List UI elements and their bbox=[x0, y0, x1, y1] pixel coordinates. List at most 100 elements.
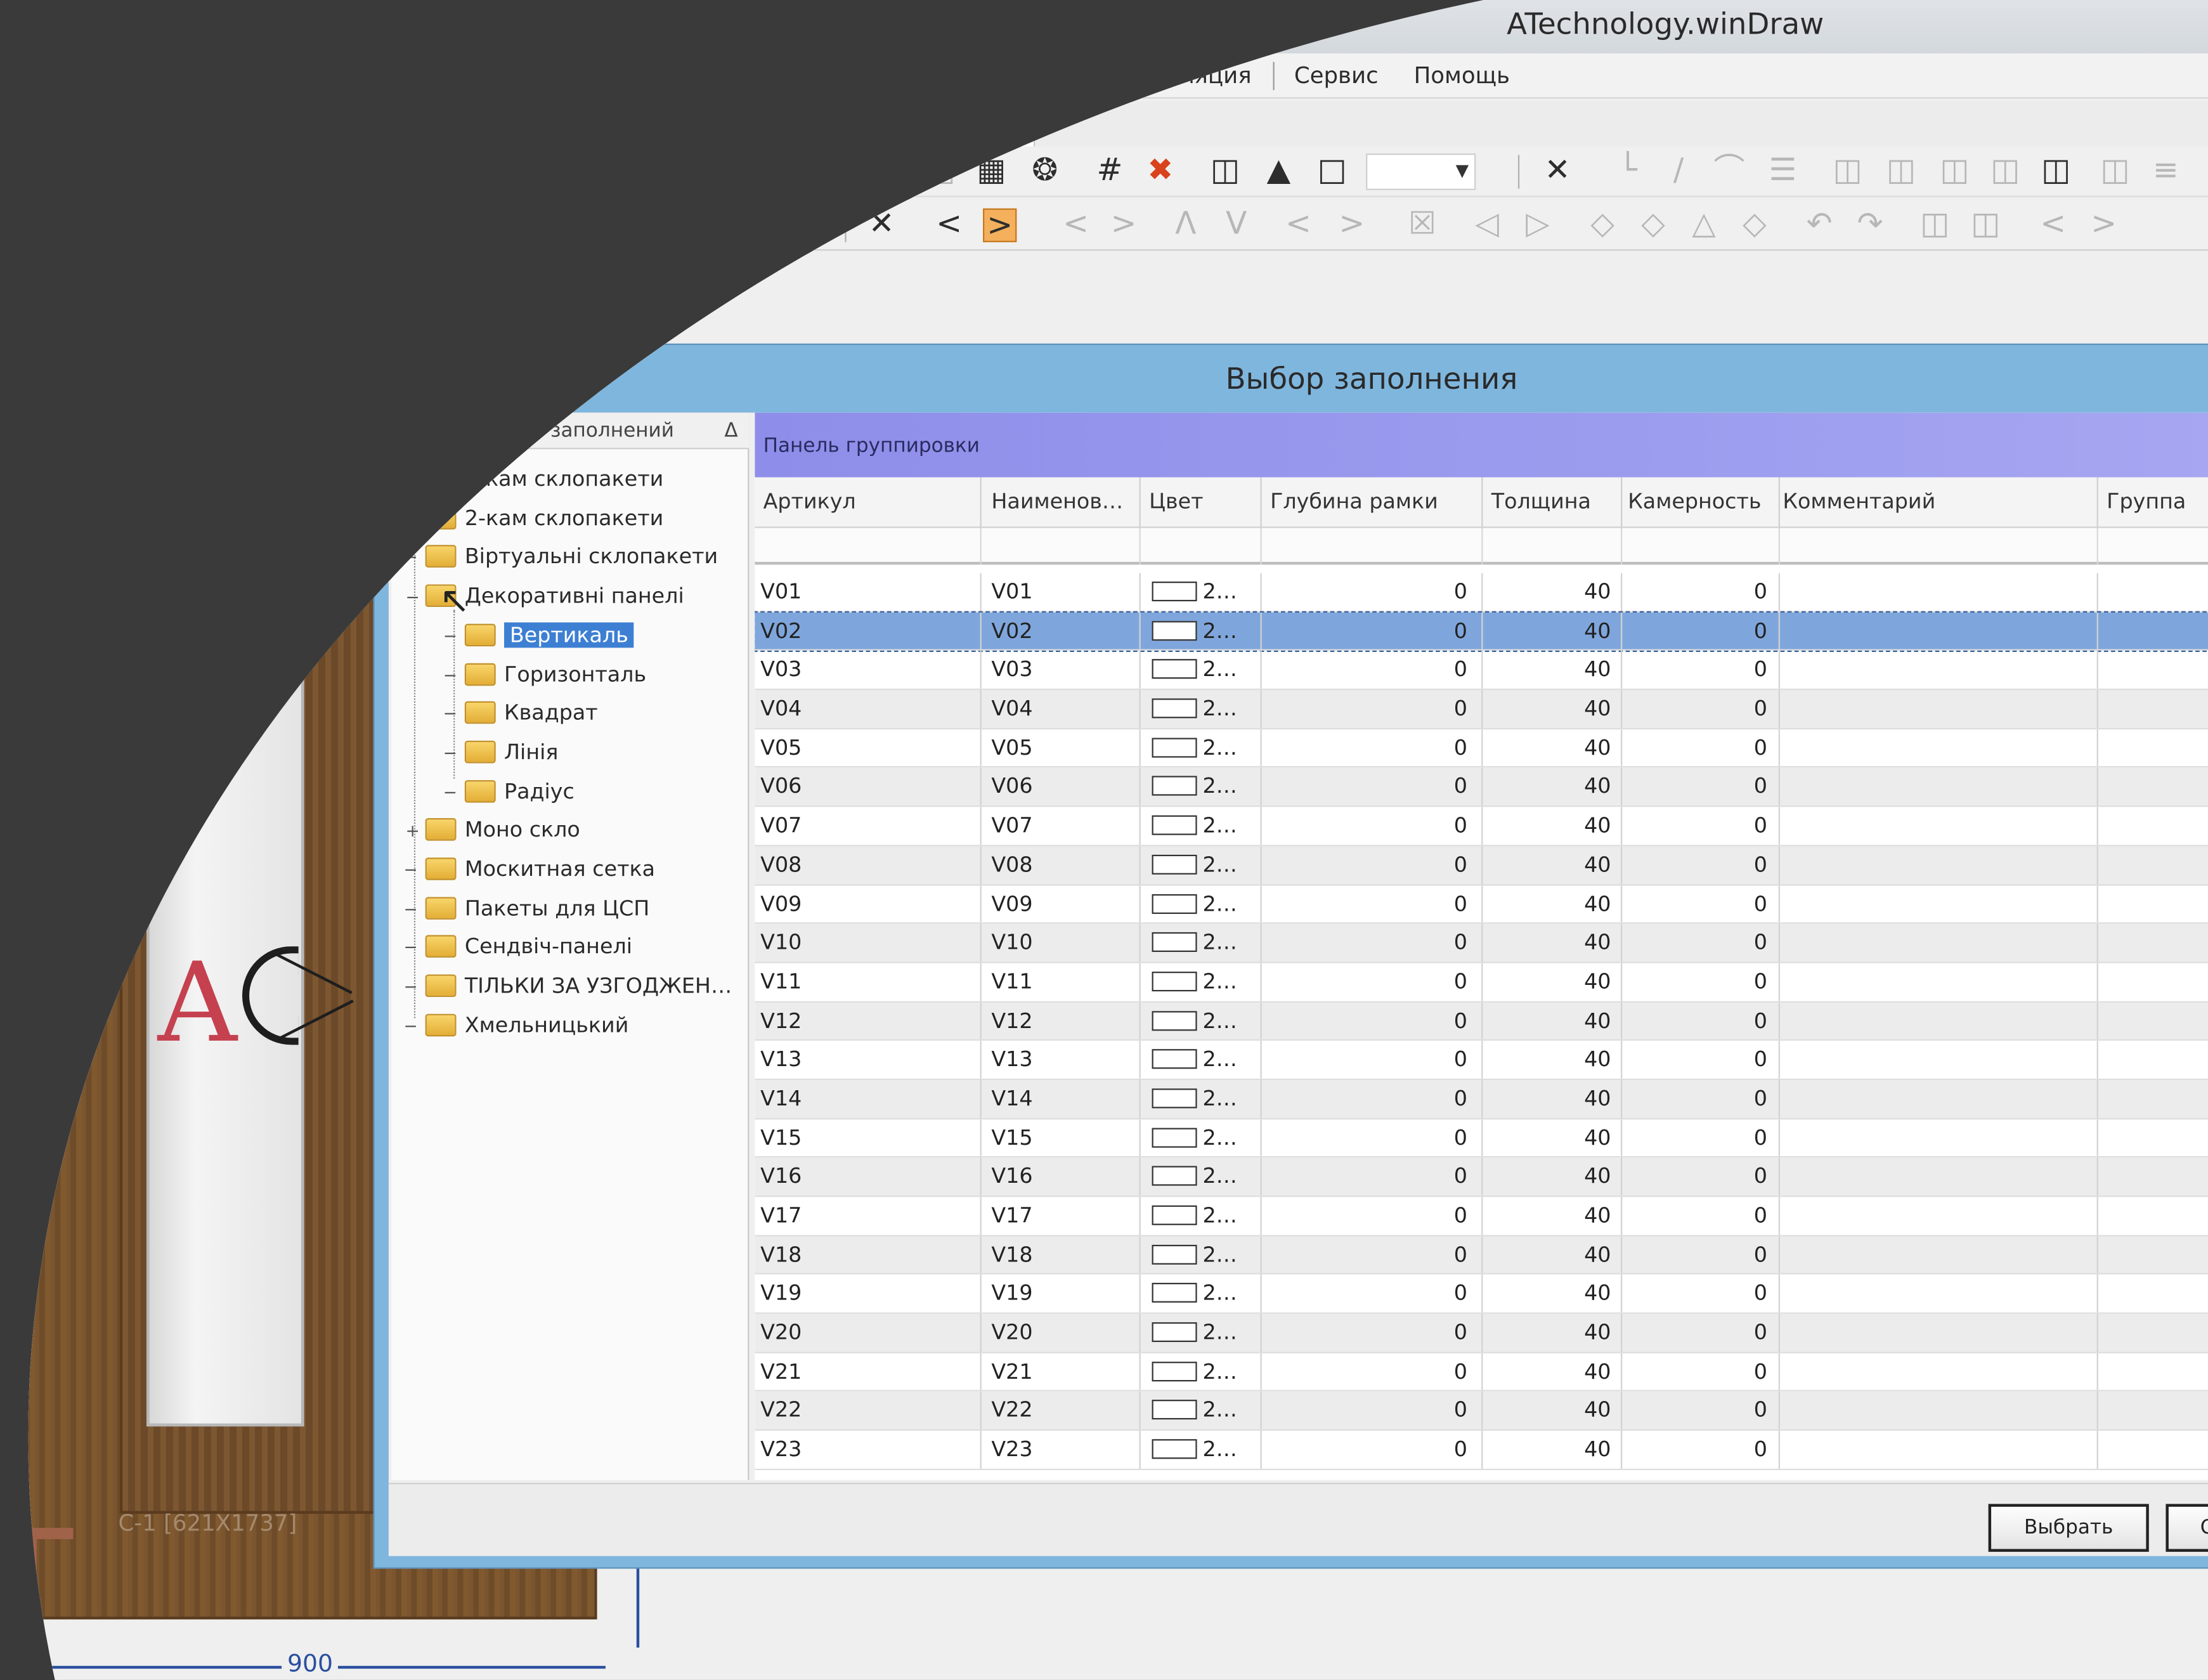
tree-node[interactable]: ─ Вертикаль bbox=[445, 616, 634, 653]
table-row[interactable]: V03 V03 2… 0 40 0 bbox=[755, 651, 2208, 691]
tab-materials[interactable]: Материалы bbox=[457, 107, 609, 147]
caret-up-icon[interactable]: Λ bbox=[1169, 208, 1202, 242]
nav2-icon[interactable]: > bbox=[1107, 208, 1140, 242]
menu-references[interactable]: Справочники bbox=[384, 62, 541, 89]
arc-icon[interactable]: ⌒ bbox=[1712, 154, 1746, 188]
expand-icon[interactable]: + bbox=[406, 501, 420, 538]
fill-groups-tree[interactable]: Группы заполнений Δ +1-кам склопакети +2-… bbox=[391, 412, 750, 1480]
check-box-icon[interactable]: ☑ bbox=[572, 154, 606, 188]
tree-node[interactable]: ─ Горизонталь bbox=[445, 656, 646, 693]
tab-product[interactable]: Изделие ОР20/196-102226 - 5 bbox=[628, 107, 1036, 147]
group-panel[interactable]: Панель группировки bbox=[755, 412, 2208, 478]
frame-icon[interactable]: ◫ bbox=[79, 154, 112, 188]
col-thickness[interactable]: Толщина bbox=[1491, 488, 1591, 514]
col-frame-depth[interactable]: Глубина рамки bbox=[1270, 488, 1438, 514]
hash-icon[interactable]: # bbox=[1093, 154, 1126, 188]
panel-double-icon[interactable]: ◫ bbox=[924, 154, 958, 188]
mullion-icon[interactable]: ╦ bbox=[403, 154, 436, 188]
tri-left-icon[interactable]: ◁ bbox=[1470, 208, 1503, 242]
shape3-icon[interactable]: △ bbox=[1687, 208, 1720, 242]
table-row[interactable]: V16 V16 2… 0 40 0 bbox=[755, 1157, 2208, 1197]
table-row[interactable]: V10 V10 2… 0 40 0 bbox=[755, 923, 2208, 963]
fills-grid[interactable]: Панель группировки Артикул Наименов… Цве… bbox=[755, 412, 2208, 1480]
tree-node[interactable]: +2-кам склопакети bbox=[406, 500, 664, 537]
horizontal-impost-icon[interactable]: ━ bbox=[299, 154, 332, 188]
select-button[interactable]: Выбрать bbox=[1988, 1504, 2149, 1552]
tree-node[interactable]: ─ Пакеты для ЦСП bbox=[406, 890, 650, 927]
angle-left-icon[interactable]: < bbox=[932, 208, 966, 242]
table-icon[interactable]: ▦ bbox=[975, 154, 1008, 188]
calculator-icon[interactable]: ▦ bbox=[82, 209, 115, 242]
arrow-left-icon[interactable]: < bbox=[1282, 208, 1315, 242]
table-row[interactable]: V08 V08 2… 0 40 0 bbox=[755, 846, 2208, 885]
col-group[interactable]: Группа bbox=[2107, 488, 2186, 514]
layers-icon[interactable]: ☰ bbox=[1766, 154, 1800, 188]
sash-icon[interactable]: ◫ bbox=[129, 154, 163, 188]
anchor-icon[interactable]: ▲ bbox=[1262, 154, 1296, 188]
dist3-icon[interactable]: ◫ bbox=[713, 208, 746, 242]
shape4-icon[interactable]: ◇ bbox=[1737, 208, 1771, 242]
tree-node[interactable]: ─ Сендвіч-панелі bbox=[406, 928, 632, 965]
table-row[interactable]: V02 V02 2… 0 40 0 bbox=[755, 610, 2208, 653]
redo-icon[interactable]: ↷ bbox=[1853, 208, 1887, 242]
col-name[interactable]: Наименов… bbox=[991, 488, 1123, 514]
tree-node[interactable]: ─ Лінія bbox=[445, 734, 559, 771]
less-icon[interactable]: < bbox=[2036, 208, 2070, 242]
menu-reports[interactable]: Отчетность bbox=[579, 62, 717, 89]
table-row[interactable]: V09 V09 2… 0 40 0 bbox=[755, 885, 2208, 924]
table-row[interactable]: V19 V19 2… 0 40 0 bbox=[755, 1275, 2208, 1314]
color-icon[interactable]: ❂ bbox=[1028, 154, 1062, 188]
filter-row[interactable] bbox=[755, 528, 2208, 565]
tree-node[interactable]: ─ Москитная сетка bbox=[406, 850, 655, 887]
menu-settings[interactable]: Настройки bbox=[933, 62, 1061, 89]
tree-node[interactable]: +1-кам склопакети bbox=[406, 460, 664, 497]
window-icon[interactable]: □ bbox=[1315, 154, 1349, 188]
close-red-icon[interactable]: ✖ bbox=[219, 208, 253, 242]
split2-icon[interactable]: ◫ bbox=[2098, 154, 2132, 188]
bracket-right-icon[interactable]: ] bbox=[744, 154, 777, 188]
table-row[interactable]: V17 V17 2… 0 40 0 bbox=[755, 1197, 2208, 1236]
col-color[interactable]: Цвет bbox=[1149, 488, 1203, 514]
zoom-combo[interactable]: ▼ bbox=[1366, 153, 1476, 190]
align-left-icon[interactable]: ◫ bbox=[431, 208, 465, 242]
expand-icon[interactable]: + bbox=[406, 462, 420, 498]
table-row[interactable]: V20 V20 2… 0 40 0 bbox=[755, 1313, 2208, 1353]
tree-node[interactable]: ─ Квадрат bbox=[445, 694, 598, 731]
close-icon[interactable]: ✕ bbox=[1540, 154, 1574, 188]
flip2-icon[interactable]: ◫ bbox=[1969, 208, 2003, 242]
equal-icon[interactable]: ≡ bbox=[2149, 154, 2183, 188]
corner-icon[interactable]: └ bbox=[1611, 154, 1644, 188]
table-row[interactable]: V21 V21 2… 0 40 0 bbox=[755, 1353, 2208, 1392]
table-row[interactable]: V06 V06 2… 0 40 0 bbox=[755, 768, 2208, 807]
expand-icon[interactable]: − bbox=[406, 579, 420, 616]
tree-node[interactable]: ─ Віртуальні склопакети bbox=[406, 538, 718, 575]
align-right-icon[interactable]: ◫ bbox=[538, 208, 571, 242]
document-icon[interactable]: ◫ bbox=[2039, 154, 2073, 188]
caret-down-icon[interactable]: V bbox=[1219, 208, 1253, 242]
table-row[interactable]: V11 V11 2… 0 40 0 bbox=[755, 963, 2208, 1002]
tri-right-icon[interactable]: ▷ bbox=[1521, 208, 1554, 242]
bar-icon[interactable]: ▮ bbox=[809, 154, 842, 188]
table-row[interactable]: V22 V22 2… 0 40 0 bbox=[755, 1391, 2208, 1431]
width-dimension[interactable]: 900 bbox=[282, 1650, 339, 1679]
table-row[interactable]: V05 V05 2… 0 40 0 bbox=[755, 729, 2208, 769]
tree-header[interactable]: Группы заполнений Δ bbox=[391, 412, 750, 450]
nav-icon[interactable]: < bbox=[1059, 208, 1093, 242]
shape2-icon[interactable]: ◇ bbox=[1636, 208, 1670, 242]
table-row[interactable]: V01 V01 2… 0 40 0 bbox=[755, 573, 2208, 613]
table-row[interactable]: V14 V14 2… 0 40 0 bbox=[755, 1079, 2208, 1119]
menu-materials[interactable]: Материалы bbox=[762, 62, 897, 89]
delete-colored-icon[interactable]: ✖ bbox=[1143, 154, 1177, 188]
align2-icon[interactable]: ◫ bbox=[1884, 154, 1918, 188]
menu-service[interactable]: Сервис bbox=[1294, 62, 1379, 89]
cancel-button[interactable]: О bbox=[2166, 1504, 2208, 1552]
tree-node[interactable]: ─ Хмельницький bbox=[406, 1006, 629, 1043]
tree-node[interactable]: ─ Радіус bbox=[445, 772, 575, 809]
rectangle-icon[interactable]: □ bbox=[234, 154, 268, 188]
arrow-right-icon[interactable]: > bbox=[1335, 208, 1368, 242]
vertical-impost-icon[interactable]: ┃ bbox=[352, 154, 386, 188]
col-chambers[interactable]: Камерность bbox=[1628, 488, 1761, 514]
dist2-icon[interactable]: ◫ bbox=[659, 208, 692, 242]
col-comment[interactable]: Комментарий bbox=[1783, 488, 1935, 514]
menu-documents[interactable]: Документы bbox=[212, 62, 347, 89]
